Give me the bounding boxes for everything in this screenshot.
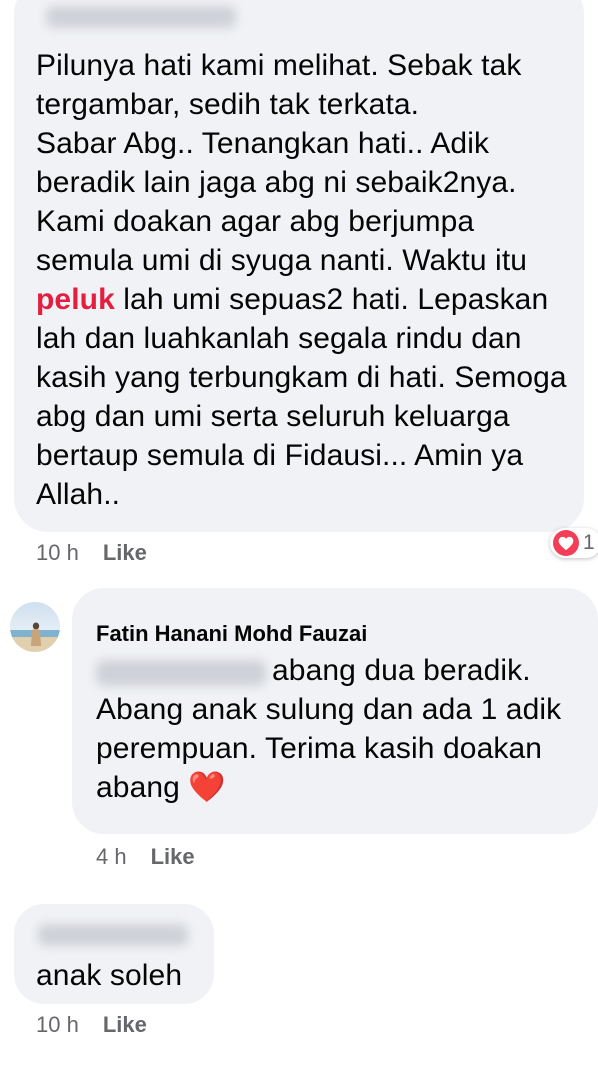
blurred-author-name[interactable] <box>46 6 236 28</box>
comment-text: abang dua beradik. Abang anak sulung dan… <box>96 654 562 805</box>
comment-bubble-2: Fatin Hanani Mohd Fauzai abang dua berad… <box>72 588 598 834</box>
comment-text: anak soleh <box>36 959 183 992</box>
timestamp[interactable]: 10 h <box>36 540 79 566</box>
mention-peluk[interactable]: peluk <box>36 283 115 316</box>
comment-bubble-1: Pilunya hati kami melihat. Sebak tak ter… <box>14 0 584 532</box>
like-button[interactable]: Like <box>151 844 195 870</box>
reaction-badge[interactable]: 1 <box>550 528 598 558</box>
like-button[interactable]: Like <box>103 540 147 566</box>
avatar[interactable] <box>10 602 60 652</box>
like-button[interactable]: Like <box>103 1012 147 1038</box>
heart-emoji-icon: ❤️ <box>188 770 226 805</box>
comment-meta-2: 4 h Like <box>96 844 195 870</box>
comment-bubble-3: anak soleh <box>14 904 214 1004</box>
love-heart-icon <box>553 530 579 556</box>
timestamp[interactable]: 10 h <box>36 1012 79 1038</box>
comment-meta-3: 10 h Like <box>36 1012 147 1038</box>
comment-meta-1: 10 h Like <box>36 540 147 566</box>
comment-text: Pilunya hati kami melihat. Sebak tak ter… <box>36 49 567 511</box>
blurred-mention[interactable] <box>96 660 266 686</box>
reaction-count: 1 <box>583 531 595 554</box>
author-name[interactable]: Fatin Hanani Mohd Fauzai <box>96 620 367 648</box>
timestamp[interactable]: 4 h <box>96 844 127 870</box>
blurred-author-name[interactable] <box>38 924 188 946</box>
